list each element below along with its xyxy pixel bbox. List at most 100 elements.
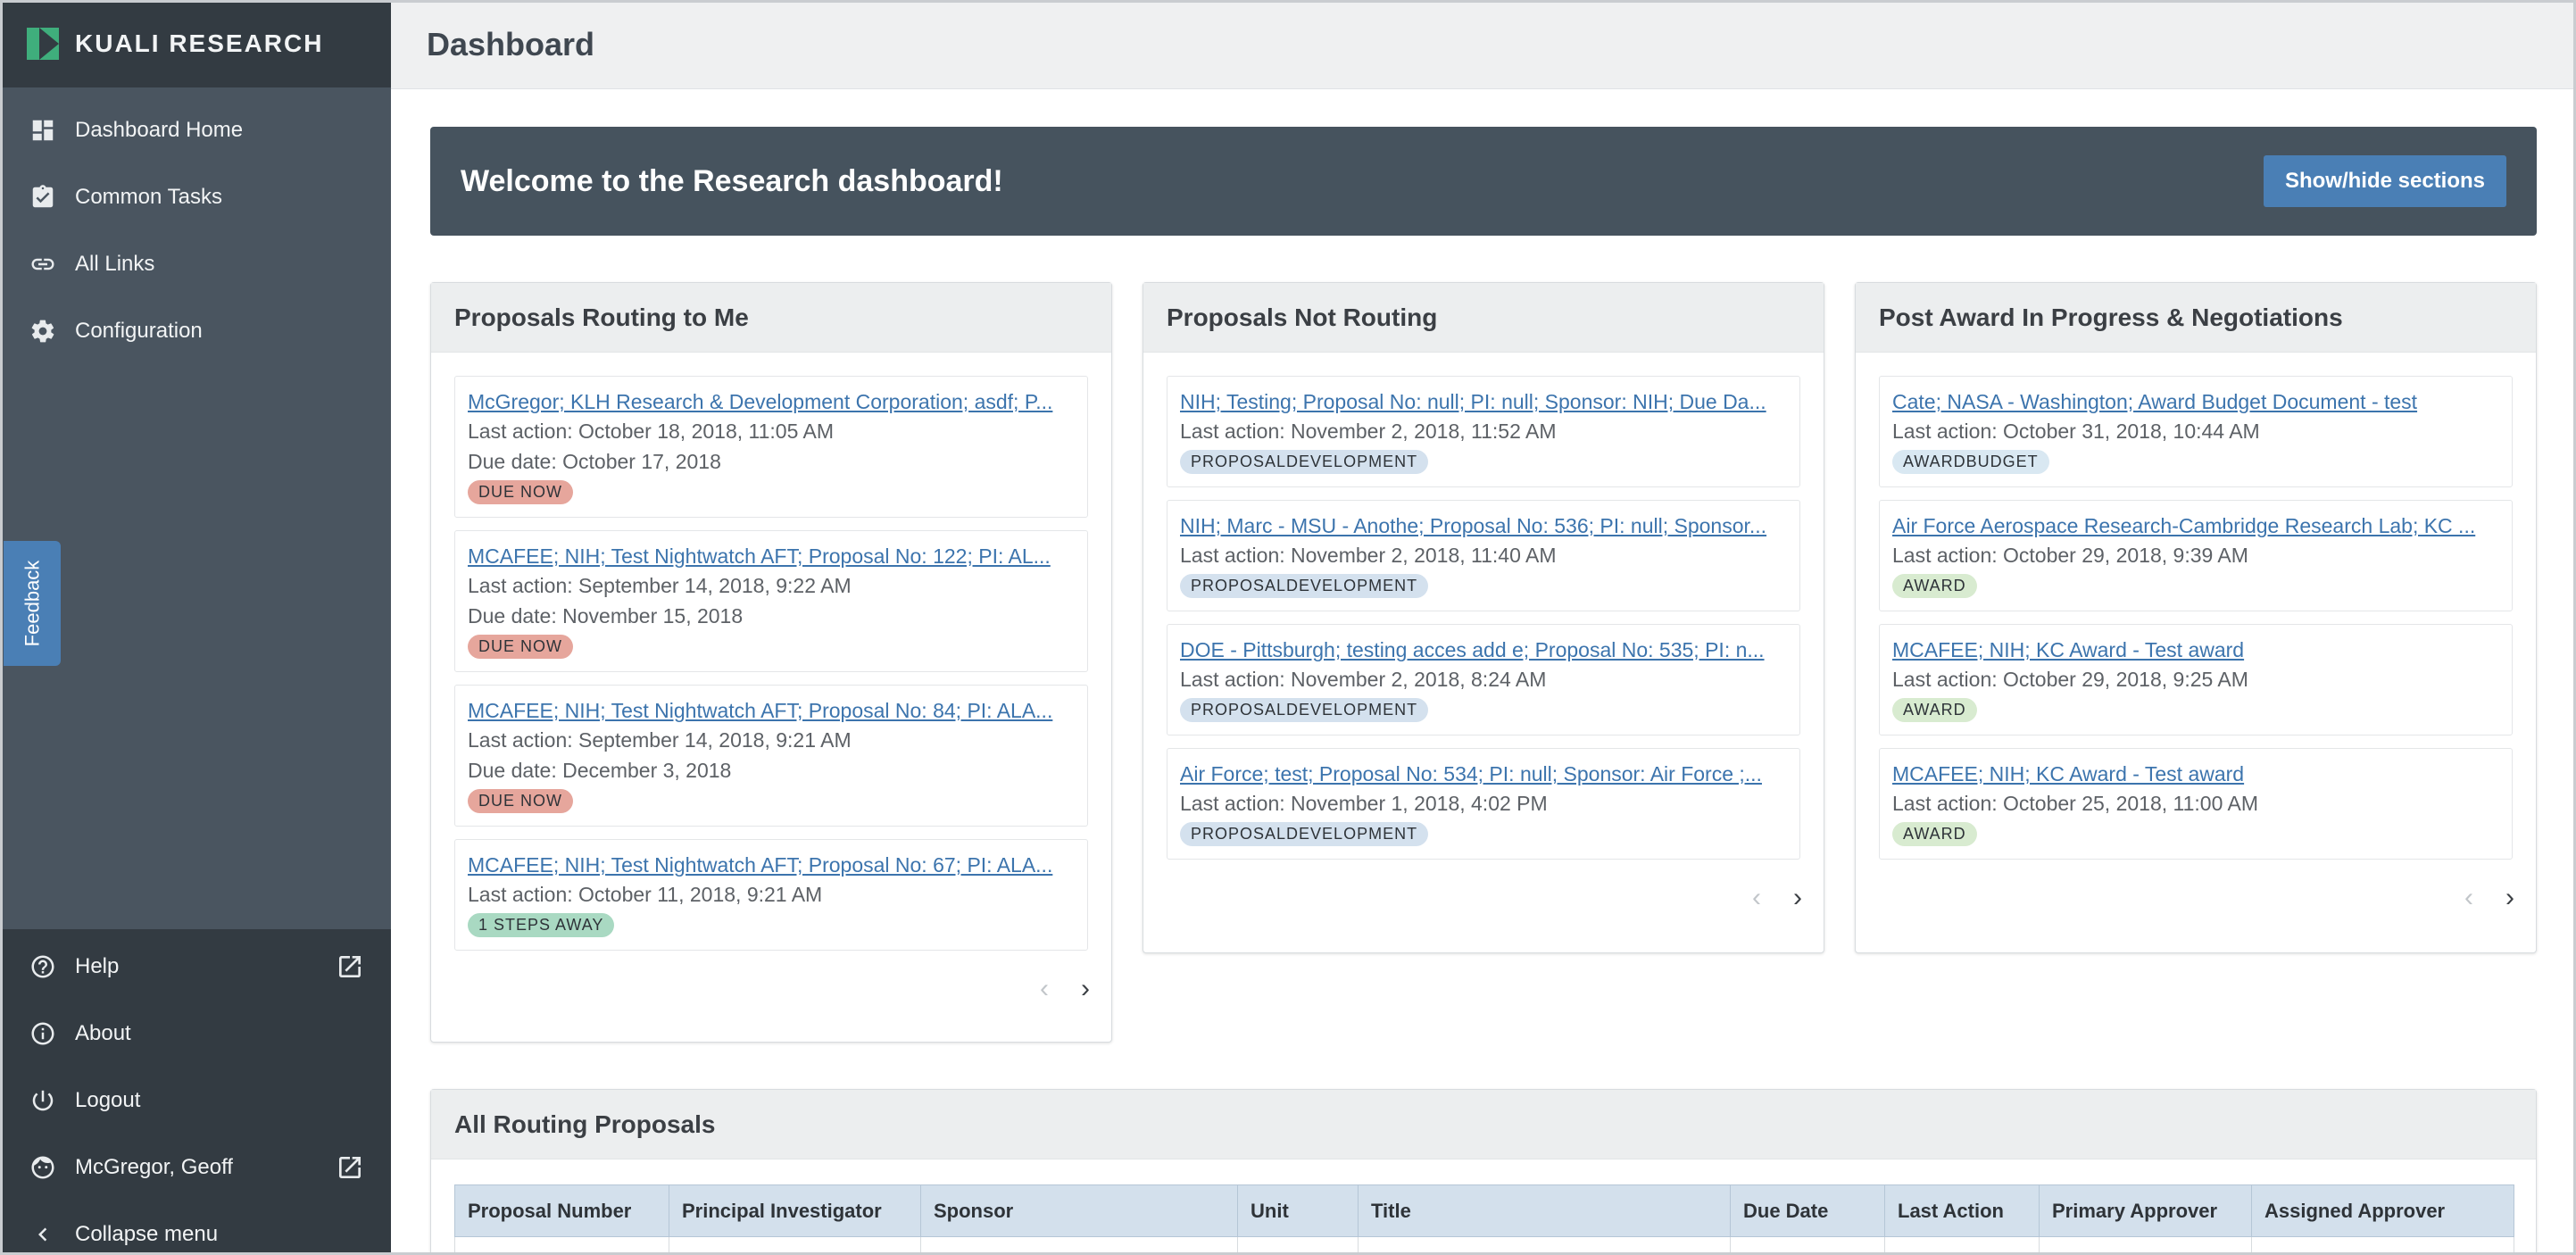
sidebar-item-common-tasks[interactable]: Common Tasks (0, 163, 391, 230)
help-icon (29, 952, 57, 981)
sidebar-item-label: Common Tasks (75, 184, 222, 209)
column-header[interactable]: Unit (1237, 1184, 1359, 1237)
column-header[interactable]: Sponsor (920, 1184, 1238, 1237)
main: Dashboard Welcome to the Research dashbo… (391, 0, 2576, 1255)
table-cell (1237, 1236, 1359, 1255)
link-icon (29, 250, 57, 278)
status-badge: AWARD (1892, 574, 1977, 598)
table-cell (1730, 1236, 1885, 1255)
page-title: Dashboard (427, 25, 595, 62)
pager: ‹ › (1856, 872, 2536, 931)
sidebar-item-label: Configuration (75, 318, 203, 343)
prev-page-button[interactable]: ‹ (2464, 883, 2473, 913)
status-badge: DUE NOW (468, 635, 573, 659)
proposal-link[interactable]: NIH; Testing; Proposal No: null; PI: nul… (1180, 387, 1787, 416)
status-badge: AWARD (1892, 822, 1977, 846)
award-link[interactable]: Cate; NASA - Washington; Award Budget Do… (1892, 387, 2499, 416)
proposal-link[interactable]: McGregor; KLH Research & Development Cor… (468, 387, 1075, 416)
table-cell (2039, 1236, 2252, 1255)
due-date: Due date: October 17, 2018 (468, 450, 721, 473)
next-page-button[interactable]: › (1081, 974, 1090, 1004)
list-item: MCAFEE; NIH; KC Award - Test award Last … (1879, 748, 2513, 860)
proposal-link[interactable]: MCAFEE; NIH; Test Nightwatch AFT; Propos… (468, 696, 1075, 725)
status-badge: AWARDBUDGET (1892, 450, 2049, 474)
list-item: Cate; NASA - Washington; Award Budget Do… (1879, 376, 2513, 487)
feedback-tab[interactable]: Feedback (4, 541, 61, 666)
status-badge: AWARD (1892, 698, 1977, 722)
award-link[interactable]: MCAFEE; NIH; KC Award - Test award (1892, 760, 2499, 788)
pager: ‹ › (1143, 872, 1824, 931)
award-link[interactable]: MCAFEE; NIH; KC Award - Test award (1892, 636, 2499, 664)
table-cell (1884, 1236, 2040, 1255)
column-header[interactable]: Assigned Approver (2251, 1184, 2514, 1237)
column-header[interactable]: Proposal Number (454, 1184, 669, 1237)
column-header[interactable]: Primary Approver (2039, 1184, 2252, 1237)
list-item: NIH; Marc - MSU - Anothe; Proposal No: 5… (1167, 500, 1800, 611)
column-header[interactable]: Last Action (1884, 1184, 2040, 1237)
sidebar-item-all-links[interactable]: All Links (0, 230, 391, 297)
next-page-button[interactable]: › (1793, 883, 1802, 913)
proposal-link[interactable]: MCAFEE; NIH; Test Nightwatch AFT; Propos… (468, 542, 1075, 570)
table-cell (920, 1236, 1238, 1255)
list-item: MCAFEE; NIH; KC Award - Test award Last … (1879, 624, 2513, 736)
card-all-routing-proposals: All Routing Proposals Proposal Number Pr… (430, 1089, 2537, 1255)
sidebar-item-user[interactable]: McGregor, Geoff (0, 1134, 391, 1201)
proposal-link[interactable]: NIH; Marc - MSU - Anothe; Proposal No: 5… (1180, 511, 1787, 540)
prev-page-button[interactable]: ‹ (1752, 883, 1761, 913)
last-action: Last action: October 29, 2018, 9:39 AM (1892, 544, 2248, 567)
status-badge: PROPOSALDEVELOPMENT (1180, 822, 1429, 846)
list-item: NIH; Testing; Proposal No: null; PI: nul… (1167, 376, 1800, 487)
column-header[interactable]: Due Date (1730, 1184, 1885, 1237)
routing-proposals-table: Proposal Number Principal Investigator S… (454, 1184, 2514, 1255)
power-icon (29, 1086, 57, 1115)
column-header[interactable]: Title (1358, 1184, 1731, 1237)
topbar: Dashboard (391, 0, 2576, 89)
proposal-link[interactable]: DOE - Pittsburgh; testing acces add e; P… (1180, 636, 1787, 664)
card-title: Proposals Not Routing (1143, 283, 1824, 353)
card-title: All Routing Proposals (431, 1090, 2536, 1159)
last-action: Last action: October 29, 2018, 9:25 AM (1892, 668, 2248, 691)
status-badge: DUE NOW (468, 480, 573, 504)
card-body: McGregor; KLH Research & Development Cor… (431, 353, 1111, 951)
chevron-left-icon (29, 1220, 57, 1249)
card-post-award: Post Award In Progress & Negotiations Ca… (1855, 282, 2537, 953)
brand[interactable]: KUALI RESEARCH (0, 0, 391, 87)
sidebar-item-collapse-menu[interactable]: Collapse menu (0, 1201, 391, 1255)
award-link[interactable]: Air Force Aerospace Research-Cambridge R… (1892, 511, 2499, 540)
sidebar-item-label: Dashboard Home (75, 117, 244, 142)
welcome-title: Welcome to the Research dashboard! (461, 163, 1003, 198)
last-action: Last action: September 14, 2018, 9:21 AM (468, 728, 852, 752)
sidebar-item-configuration[interactable]: Configuration (0, 297, 391, 364)
status-badge: PROPOSALDEVELOPMENT (1180, 574, 1429, 598)
sidebar-item-dashboard-home[interactable]: Dashboard Home (0, 96, 391, 163)
sidebar-item-help[interactable]: Help (0, 933, 391, 1000)
table-row (454, 1236, 2514, 1255)
status-badge: PROPOSALDEVELOPMENT (1180, 698, 1429, 722)
list-item: Air Force Aerospace Research-Cambridge R… (1879, 500, 2513, 611)
sidebar-nav: Dashboard Home Common Tasks All Links Co… (0, 87, 391, 364)
sidebar-item-logout[interactable]: Logout (0, 1067, 391, 1134)
dashboard-content: Welcome to the Research dashboard! Show/… (391, 89, 2576, 1255)
card-proposals-routing-to-me: Proposals Routing to Me McGregor; KLH Re… (430, 282, 1112, 1043)
clipboard-check-icon (29, 183, 57, 212)
sidebar-item-label: Logout (75, 1087, 141, 1112)
feedback-label: Feedback (21, 560, 43, 647)
external-link-icon[interactable] (336, 1153, 364, 1182)
column-header[interactable]: Principal Investigator (669, 1184, 921, 1237)
prev-page-button[interactable]: ‹ (1040, 974, 1049, 1004)
show-hide-sections-button[interactable]: Show/hide sections (2263, 155, 2506, 207)
proposal-link[interactable]: Air Force; test; Proposal No: 534; PI: n… (1180, 760, 1787, 788)
table-cell (2251, 1236, 2514, 1255)
sidebar-item-label: Collapse menu (75, 1221, 219, 1246)
sidebar-item-label: All Links (75, 251, 155, 276)
external-link-icon[interactable] (336, 952, 364, 981)
list-item: Air Force; test; Proposal No: 534; PI: n… (1167, 748, 1800, 860)
last-action: Last action: October 25, 2018, 11:00 AM (1892, 792, 2259, 815)
sidebar-item-about[interactable]: About (0, 1000, 391, 1067)
last-action: Last action: November 2, 2018, 11:52 AM (1180, 420, 1557, 443)
next-page-button[interactable]: › (2505, 883, 2514, 913)
last-action: Last action: October 18, 2018, 11:05 AM (468, 420, 835, 443)
brand-text: KUALI RESEARCH (75, 29, 324, 57)
due-date: Due date: November 15, 2018 (468, 604, 744, 628)
proposal-link[interactable]: MCAFEE; NIH; Test Nightwatch AFT; Propos… (468, 851, 1075, 879)
